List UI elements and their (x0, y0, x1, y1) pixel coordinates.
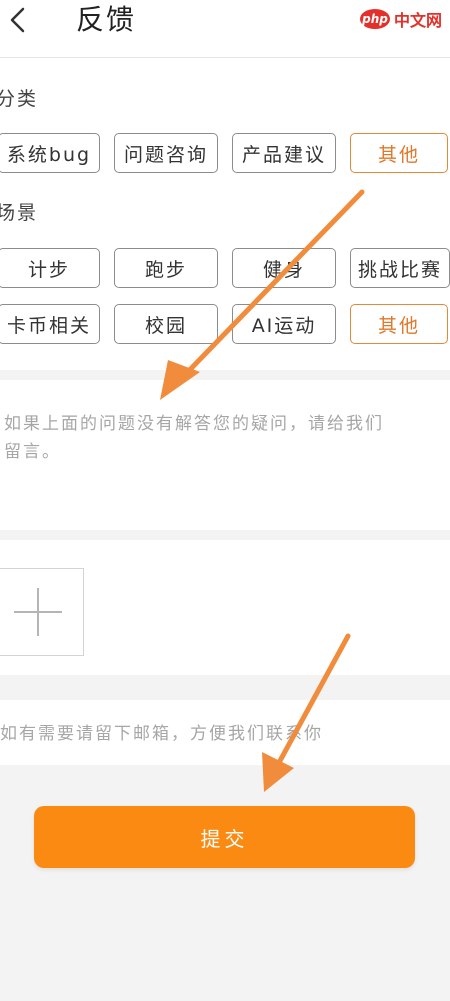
feedback-placeholder-line2: 留言。 (4, 442, 61, 462)
category-chip-inquiry[interactable]: 问题咨询 (114, 133, 218, 173)
scene-chip-steps[interactable]: 计步 (0, 248, 100, 288)
plus-icon (14, 588, 62, 636)
header-bar: 反馈 php 中文网 (0, 0, 450, 58)
add-photo-button[interactable] (0, 568, 84, 656)
feedback-placeholder-line1: 如果上面的问题没有解答您的疑问，请给我们 (4, 414, 384, 434)
options-panel: 分类 系统bug 问题咨询 产品建议 其他 场景 计步 跑步 健身 挑战比赛 卡… (0, 58, 450, 370)
page-title: 反馈 (76, 3, 137, 36)
scene-label: 场景 (0, 202, 39, 224)
watermark-text: 中文网 (393, 11, 442, 30)
scene-chip-coins[interactable]: 卡币相关 (0, 304, 100, 344)
category-chip-bug[interactable]: 系统bug (0, 133, 100, 173)
scene-chip-campus[interactable]: 校园 (114, 304, 218, 344)
email-input[interactable]: 如有需要请留下邮箱，方便我们联系你 (0, 700, 450, 765)
category-label: 分类 (0, 88, 39, 110)
scene-chip-other[interactable]: 其他 (350, 304, 448, 344)
scene-chip-running[interactable]: 跑步 (114, 248, 218, 288)
php-logo: php (359, 9, 390, 29)
scene-chip-challenge[interactable]: 挑战比赛 (350, 248, 450, 288)
chevron-left-icon (10, 7, 25, 33)
category-chip-other[interactable]: 其他 (350, 133, 448, 173)
watermark-logo: php 中文网 (359, 6, 442, 32)
back-button[interactable] (0, 2, 36, 38)
feedback-textarea[interactable]: 如果上面的问题没有解答您的疑问，请给我们 留言。 (0, 380, 450, 530)
email-placeholder: 如有需要请留下邮箱，方便我们联系你 (0, 724, 323, 744)
submit-button[interactable]: 提交 (34, 806, 415, 868)
photo-panel (0, 540, 450, 675)
scene-chip-ai-sport[interactable]: AI运动 (232, 304, 336, 344)
scene-chip-fitness[interactable]: 健身 (232, 248, 336, 288)
category-chip-suggestion[interactable]: 产品建议 (232, 133, 336, 173)
